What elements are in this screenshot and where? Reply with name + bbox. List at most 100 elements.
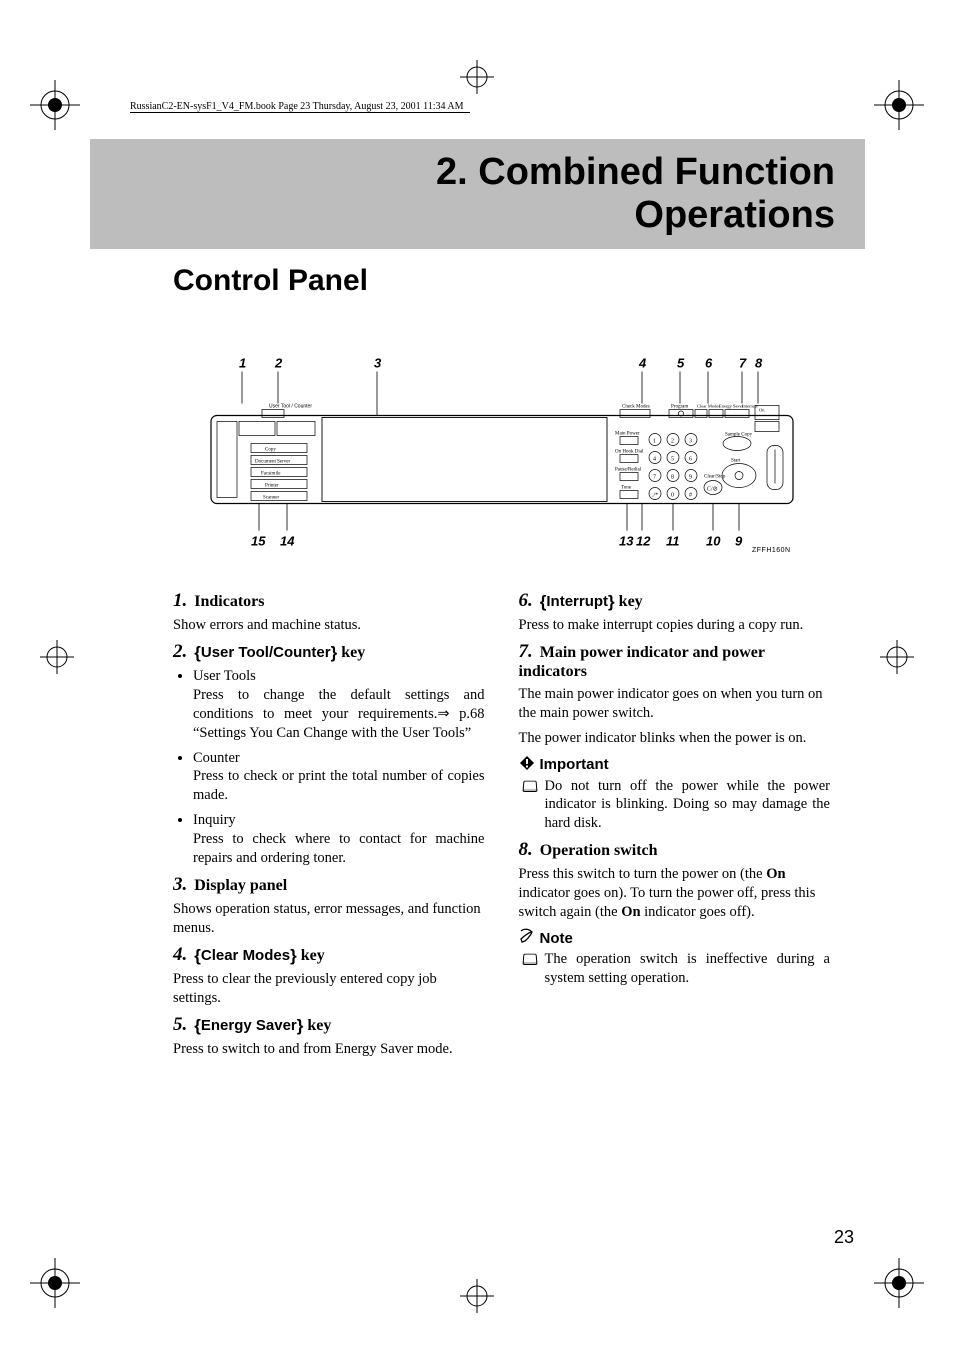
item-3-number: 3.	[173, 874, 187, 895]
chapter-title-line2: Operations	[436, 194, 835, 237]
item-2-list: User ToolsPress to change the default se…	[173, 667, 485, 867]
item-6-number: 6.	[519, 590, 533, 611]
svg-text:8: 8	[671, 475, 674, 481]
callout-6: 6	[705, 356, 713, 371]
page-number: 23	[834, 1227, 854, 1248]
svg-text:On: On	[759, 408, 765, 413]
item-5-keylabel: Energy Saver	[201, 1017, 297, 1034]
important-list: Do not turn off the power while the powe…	[519, 777, 831, 834]
svg-text:Start: Start	[731, 459, 741, 464]
svg-text:7: 7	[653, 475, 656, 481]
register-mark-left	[40, 640, 74, 679]
list-item: User ToolsPress to change the default se…	[193, 667, 485, 742]
item-3-heading: 3. Display panel	[173, 874, 485, 896]
important-label: Important	[519, 755, 831, 775]
item-6-keylabel: Interrupt	[546, 593, 608, 610]
register-mark-right	[880, 640, 914, 679]
svg-text:Main Power: Main Power	[615, 432, 640, 437]
list-item: The operation switch is ineffective duri…	[523, 950, 831, 988]
callout-2: 2	[274, 356, 283, 371]
item-2-number: 2.	[173, 641, 187, 662]
important-text: Important	[540, 756, 609, 773]
item-3-desc: Shows operation status, error messages, …	[173, 900, 485, 938]
callout-9: 9	[735, 534, 743, 549]
section-title: Control Panel	[173, 264, 368, 298]
crop-mark-top-left	[30, 80, 80, 130]
item-7-desc1: The main power indicator goes on when yo…	[519, 685, 831, 723]
item-3-title: Display panel	[194, 877, 287, 894]
svg-text:Pause/Redial: Pause/Redial	[615, 468, 642, 473]
callout-1: 1	[239, 356, 246, 371]
bracket-open-icon: {	[194, 643, 201, 662]
note-list: The operation switch is ineffective duri…	[519, 950, 831, 988]
item-8-title: Operation switch	[540, 842, 658, 859]
important-icon	[519, 755, 535, 775]
item-7-number: 7.	[519, 641, 533, 662]
item-8-heading: 8. Operation switch	[519, 839, 831, 861]
svg-text:3: 3	[689, 439, 692, 445]
svg-text:4: 4	[653, 457, 656, 463]
callout-5: 5	[677, 356, 685, 371]
item-8-desc: Press this switch to turn the power on (…	[519, 865, 831, 922]
chapter-title-line1: 2. Combined Function	[436, 151, 835, 194]
item-4-keylabel: Clear Modes	[201, 947, 290, 964]
callout-13: 13	[619, 534, 634, 549]
item-7-heading: 7. Main power indicator and power indica…	[519, 641, 831, 681]
bracket-open-icon: {	[194, 946, 201, 965]
control-panel-diagram: 1 2 3 4 5 6 7 8 User Tool	[207, 353, 797, 558]
svg-text:Program: Program	[671, 405, 688, 410]
svg-text:Energy Saver: Energy Saver	[719, 404, 744, 409]
svg-text:Copy: Copy	[265, 448, 276, 453]
callout-10: 10	[706, 534, 721, 549]
callout-4: 4	[638, 356, 647, 371]
item-4-heading: 4. {Clear Modes} key	[173, 944, 485, 966]
chapter-banner: 2. Combined Function Operations	[90, 139, 865, 249]
item-2-heading: 2. {User Tool/Counter} key	[173, 641, 485, 663]
list-item: CounterPress to check or print the total…	[193, 749, 485, 806]
item-1-desc: Show errors and machine status.	[173, 616, 485, 635]
item-5-desc: Press to switch to and from Energy Saver…	[173, 1040, 485, 1059]
callout-14: 14	[280, 534, 295, 549]
svg-text:Tone: Tone	[621, 486, 632, 491]
item-5-heading: 5. {Energy Saver} key	[173, 1014, 485, 1036]
list-item: InquiryPress to check where to contact f…	[193, 811, 485, 868]
note-text: Note	[540, 930, 573, 947]
svg-text:Printer: Printer	[265, 484, 279, 489]
svg-text:2: 2	[671, 439, 674, 445]
svg-text:Interrupt: Interrupt	[742, 404, 758, 409]
svg-text:1: 1	[653, 439, 656, 445]
svg-text:Facsimile: Facsimile	[261, 472, 281, 477]
svg-text:9: 9	[689, 475, 692, 481]
item-2-suffix: key	[337, 644, 365, 661]
svg-text:#: #	[689, 493, 692, 499]
item-1-number: 1.	[173, 590, 187, 611]
right-column: 6. {Interrupt} key Press to make interru…	[519, 584, 831, 1065]
item-2-keylabel: User Tool/Counter	[201, 644, 331, 661]
svg-text:5: 5	[671, 457, 674, 463]
bracket-close-icon: }	[290, 946, 297, 965]
item-8-number: 8.	[519, 839, 533, 860]
crop-mark-bottom-left	[30, 1258, 80, 1308]
callout-7: 7	[739, 356, 747, 371]
svg-text:0: 0	[671, 493, 674, 499]
item-6-desc: Press to make interrupt copies during a …	[519, 616, 831, 635]
note-icon	[519, 928, 535, 948]
body-columns: 1. Indicators Show errors and machine st…	[173, 584, 830, 1065]
svg-text:./*: ./*	[652, 493, 658, 499]
crop-mark-top-right	[874, 80, 924, 130]
item-6-suffix: key	[615, 593, 643, 610]
svg-text:Clear Modes: Clear Modes	[697, 404, 720, 409]
svg-text:Document Server: Document Server	[255, 460, 290, 465]
callout-15: 15	[251, 534, 266, 549]
svg-text:On Hook Dial: On Hook Dial	[615, 450, 644, 455]
item-7-desc2: The power indicator blinks when the powe…	[519, 729, 831, 748]
note-label: Note	[519, 928, 831, 948]
register-mark-bottom	[460, 1279, 494, 1318]
running-header: RussianC2-EN-sysF1_V4_FM.book Page 23 Th…	[130, 101, 470, 113]
item-7-title: Main power indicator and power indicator…	[519, 644, 765, 680]
callout-3: 3	[374, 356, 382, 371]
list-item: Do not turn off the power while the powe…	[523, 777, 831, 834]
svg-text:Scanner: Scanner	[263, 496, 279, 501]
bracket-open-icon: {	[194, 1016, 201, 1035]
callout-12: 12	[636, 534, 651, 549]
